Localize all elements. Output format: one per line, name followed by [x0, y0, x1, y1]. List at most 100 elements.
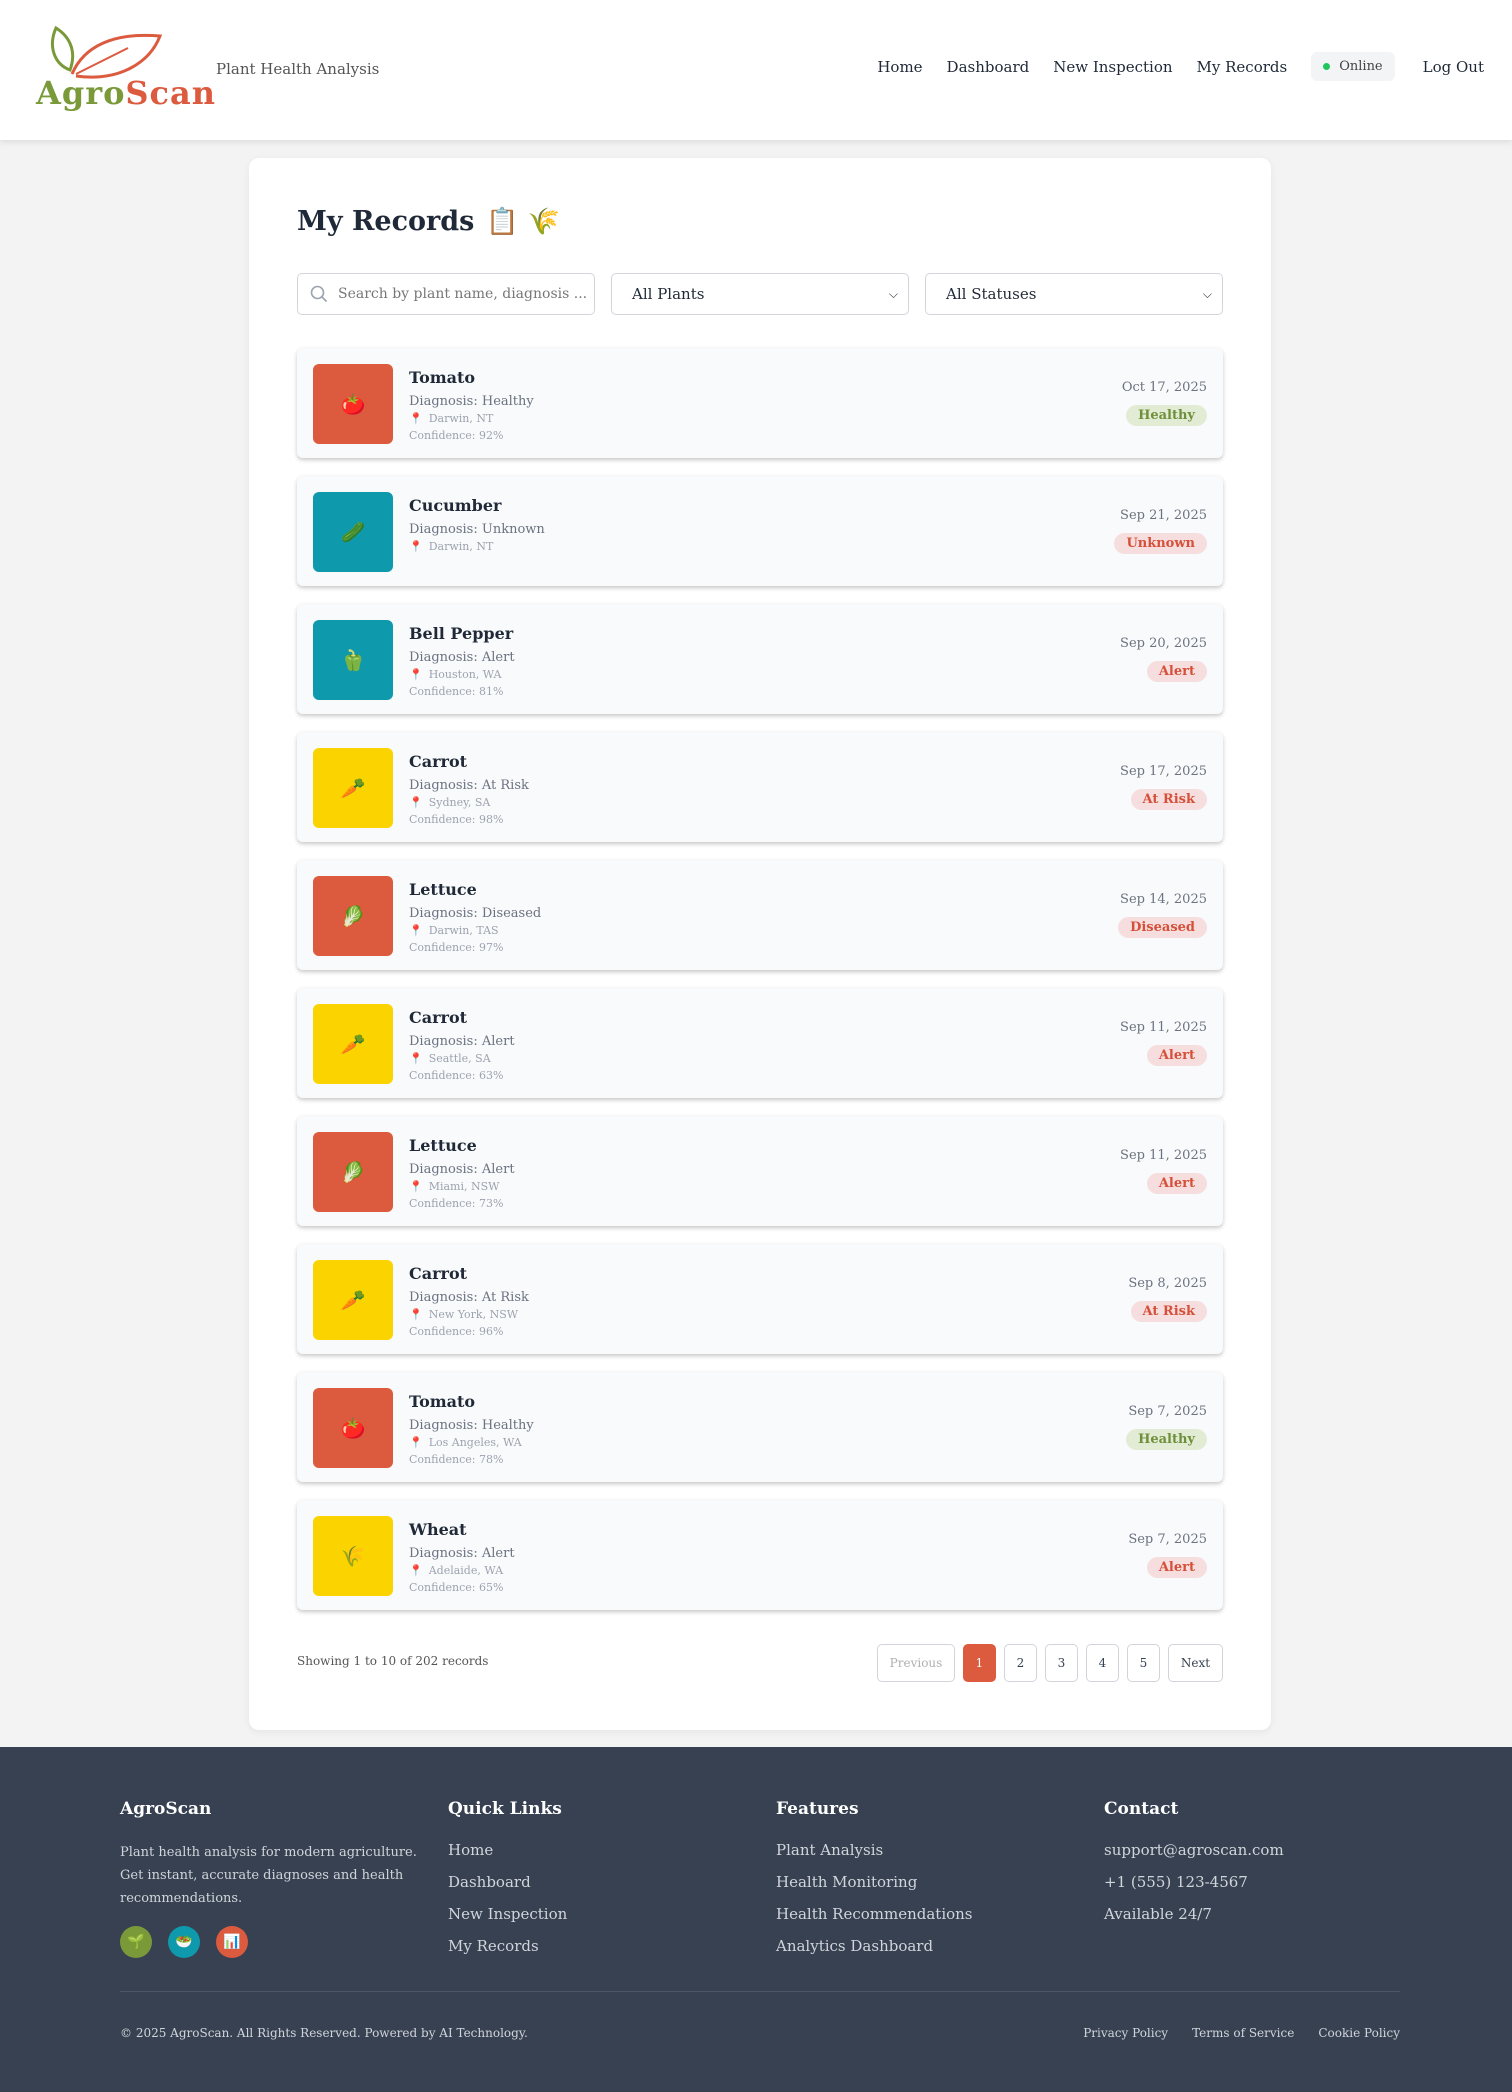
location-pin-icon: 📍: [409, 668, 423, 681]
record-location: 📍 Darwin, NT: [409, 412, 493, 425]
record-location: 📍 Adelaide, WA: [409, 1564, 503, 1577]
footer-link-dashboard[interactable]: Dashboard: [448, 1873, 567, 1892]
location-pin-icon: 📍: [409, 412, 423, 425]
record-location: 📍 Darwin, NT: [409, 540, 493, 553]
record-location-text: Seattle, SA: [428, 1052, 491, 1065]
status-badge: At Risk: [1130, 789, 1207, 810]
search-box[interactable]: [297, 273, 595, 315]
record-confidence: Confidence: 65%: [409, 1581, 504, 1594]
site-header: AgroScan Plant Health Analysis Home Dash…: [0, 0, 1512, 140]
footer-social: 🌱 🥗 📊: [120, 1926, 420, 1958]
record-confidence: Confidence: 92%: [409, 429, 504, 442]
online-status-badge: Online: [1311, 52, 1395, 81]
nav-dashboard[interactable]: Dashboard: [947, 58, 1030, 76]
plant-thumbnail-icon: 🥒: [313, 492, 393, 572]
status-badge: At Risk: [1130, 1301, 1207, 1322]
record-diagnosis: Diagnosis: Alert: [409, 1546, 515, 1561]
location-pin-icon: 📍: [409, 1180, 423, 1193]
record-date: Sep 21, 2025: [1120, 508, 1207, 523]
contact-heading: Contact: [1104, 1799, 1179, 1819]
page-title: My Records 📋 🌾: [297, 206, 560, 237]
contact-email[interactable]: support@agroscan.com: [1104, 1841, 1284, 1860]
previous-page-button[interactable]: Previous: [877, 1644, 955, 1682]
footer-description: Plant health analysis for modern agricul…: [120, 1845, 417, 1906]
page-button-1[interactable]: 1: [963, 1644, 996, 1682]
contact-availability: Available 24/7: [1104, 1905, 1212, 1923]
footer-link-home[interactable]: Home: [448, 1841, 567, 1860]
record-location-text: New York, NSW: [428, 1308, 519, 1321]
terms-of-service-link[interactable]: Terms of Service: [1192, 2026, 1294, 2040]
plant-thumbnail-icon: 🥬: [313, 1132, 393, 1212]
nav-my-records[interactable]: My Records: [1197, 58, 1288, 76]
record-row[interactable]: 🌾 Wheat Diagnosis: Alert 📍 Adelaide, WA Confi…: [297, 1500, 1223, 1610]
agroscan-logo[interactable]: AgroScan: [32, 24, 215, 116]
location-pin-icon: 📍: [409, 924, 423, 937]
privacy-policy-link[interactable]: Privacy Policy: [1083, 2026, 1168, 2040]
record-location: 📍 Sydney, SA: [409, 796, 490, 809]
record-plant-name: Carrot: [409, 1008, 468, 1027]
footer-link-analytics-dashboard[interactable]: Analytics Dashboard: [776, 1937, 973, 1956]
plant-thumbnail-icon: 🥕: [313, 1260, 393, 1340]
record-diagnosis: Diagnosis: Healthy: [409, 1418, 534, 1433]
plant-thumbnail-icon: 🥬: [313, 876, 393, 956]
record-row[interactable]: 🍅 Tomato Diagnosis: Healthy 📍 Los Angeles, W…: [297, 1372, 1223, 1482]
record-date: Sep 17, 2025: [1120, 764, 1207, 779]
record-row[interactable]: 🥒 Cucumber Diagnosis: Unknown 📍 Darwin, NT Se…: [297, 476, 1223, 586]
footer-divider: [120, 1991, 1400, 1992]
footer-link-my-records[interactable]: My Records: [448, 1937, 567, 1956]
next-page-button[interactable]: Next: [1168, 1644, 1223, 1682]
site-tagline: Plant Health Analysis: [216, 60, 380, 78]
footer-link-health-recommendations[interactable]: Health Recommendations: [776, 1905, 973, 1924]
page-button-2[interactable]: 2: [1004, 1644, 1037, 1682]
online-dot-icon: [1323, 63, 1331, 70]
status-badge: Alert: [1146, 1045, 1207, 1066]
status-badge: Diseased: [1118, 917, 1207, 938]
record-diagnosis: Diagnosis: Alert: [409, 1034, 515, 1049]
record-row[interactable]: 🥬 Lettuce Diagnosis: Diseased 📍 Darwin, TAS C…: [297, 860, 1223, 970]
seedling-icon[interactable]: 🌱: [120, 1926, 152, 1958]
record-row[interactable]: 🍅 Tomato Diagnosis: Healthy 📍 Darwin, NT Conf…: [297, 348, 1223, 458]
footer-brand: AgroScan: [120, 1799, 212, 1819]
logout-button[interactable]: Log Out: [1423, 58, 1484, 76]
record-row[interactable]: 🫑 Bell Pepper Diagnosis: Alert 📍 Houston, WA…: [297, 604, 1223, 714]
page-button-4[interactable]: 4: [1086, 1644, 1119, 1682]
quick-links-heading: Quick Links: [448, 1799, 562, 1819]
search-input[interactable]: [338, 286, 588, 302]
online-status-label: Online: [1339, 59, 1383, 74]
page-button-5[interactable]: 5: [1127, 1644, 1160, 1682]
contact-phone[interactable]: +1 (555) 123-4567: [1104, 1873, 1284, 1892]
record-date: Sep 20, 2025: [1120, 636, 1207, 651]
main-nav: Home Dashboard New Inspection My Records…: [853, 52, 1484, 81]
chart-icon[interactable]: 📊: [216, 1926, 248, 1958]
chevron-down-icon: ⌵: [1202, 286, 1212, 301]
footer-link-new-inspection[interactable]: New Inspection: [448, 1905, 567, 1924]
plant-filter-value: All Plants: [632, 285, 705, 303]
plant-thumbnail-icon: 🥕: [313, 748, 393, 828]
plant-filter-select[interactable]: All Plants ⌵: [611, 273, 909, 315]
record-location-text: Miami, NSW: [428, 1180, 500, 1193]
record-row[interactable]: 🥬 Lettuce Diagnosis: Alert 📍 Miami, NSW Confi…: [297, 1116, 1223, 1226]
record-date: Sep 7, 2025: [1128, 1532, 1207, 1547]
record-diagnosis: Diagnosis: Healthy: [409, 394, 534, 409]
footer-link-health-monitoring[interactable]: Health Monitoring: [776, 1873, 973, 1892]
record-location: 📍 New York, NSW: [409, 1308, 518, 1321]
status-filter-value: All Statuses: [946, 285, 1037, 303]
page-button-3[interactable]: 3: [1045, 1644, 1078, 1682]
nav-new-inspection[interactable]: New Inspection: [1053, 58, 1172, 76]
record-row[interactable]: 🥕 Carrot Diagnosis: At Risk 📍 New York, NSW C…: [297, 1244, 1223, 1354]
salad-icon[interactable]: 🥗: [168, 1926, 200, 1958]
plant-thumbnail-icon: 🍅: [313, 364, 393, 444]
record-plant-name: Wheat: [409, 1520, 467, 1539]
cookie-policy-link[interactable]: Cookie Policy: [1318, 2026, 1400, 2040]
record-plant-name: Carrot: [409, 1264, 468, 1283]
location-pin-icon: 📍: [409, 540, 423, 553]
status-filter-select[interactable]: All Statuses ⌵: [925, 273, 1223, 315]
footer-link-plant-analysis[interactable]: Plant Analysis: [776, 1841, 973, 1860]
features-heading: Features: [776, 1799, 859, 1819]
location-pin-icon: 📍: [409, 796, 423, 809]
record-row[interactable]: 🥕 Carrot Diagnosis: At Risk 📍 Sydney, SA Conf…: [297, 732, 1223, 842]
record-plant-name: Carrot: [409, 752, 468, 771]
record-row[interactable]: 🥕 Carrot Diagnosis: Alert 📍 Seattle, SA Confi…: [297, 988, 1223, 1098]
nav-home[interactable]: Home: [877, 58, 922, 76]
logo-wordmark: AgroScan: [36, 74, 216, 112]
